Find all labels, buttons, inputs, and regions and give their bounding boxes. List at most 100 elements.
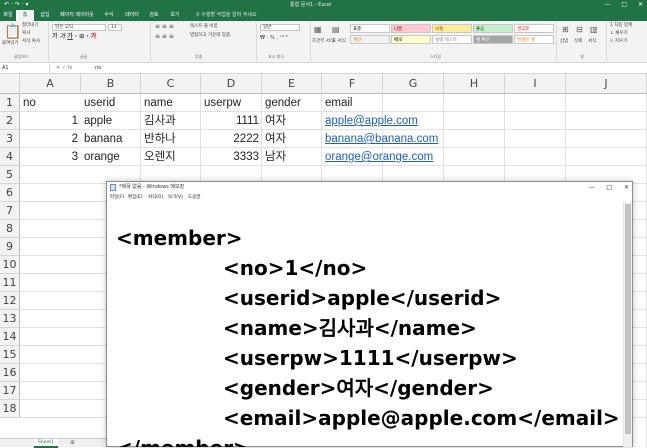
row-header[interactable]: 15 (0, 346, 20, 364)
row-header[interactable]: 8 (0, 220, 20, 238)
table-format-icon[interactable]: ▤ (332, 25, 340, 34)
notepad-title-bar[interactable]: *제목 없음 - Windows 메모장 — □ ✕ (107, 182, 632, 193)
header-cell[interactable]: no (23, 94, 36, 112)
column-header[interactable]: C (141, 74, 201, 94)
header-cell[interactable]: name (144, 94, 173, 112)
data-cell[interactable]: 2 (20, 130, 78, 148)
column-header[interactable]: J (566, 74, 647, 94)
email-link-cell[interactable]: banana@banana.com (325, 130, 438, 148)
data-cell[interactable]: 3333 (201, 148, 259, 166)
row-header[interactable]: 11 (0, 274, 20, 292)
cell-style-item[interactable]: 셀 확인 (473, 35, 513, 44)
row-header[interactable]: 14 (0, 328, 20, 346)
menu-edit[interactable]: 편집(E) (128, 193, 143, 202)
cell-style-item[interactable]: 나쁨 (391, 24, 431, 33)
format-painter-button[interactable]: 서식 복사 (22, 39, 40, 45)
data-cell[interactable]: 1 (20, 112, 78, 130)
quick-access-toolbar[interactable]: ↶ · ↷ · ▾ (4, 0, 29, 10)
cell-style-item[interactable]: 계산 (350, 35, 390, 44)
column-header[interactable]: H (444, 74, 505, 94)
formula-buttons[interactable]: ✕ ✓ fx (56, 63, 72, 74)
cell-style-item[interactable]: 설명 텍스트 (432, 35, 472, 44)
number-format-icons[interactable]: ₩ - % , ⁺⁰ ⁰ (260, 35, 288, 41)
row-header[interactable]: 13 (0, 310, 20, 328)
fill-button[interactable]: ↓ 채우기 (610, 31, 628, 37)
email-link-cell[interactable]: orange@orange.com (325, 148, 433, 166)
menu-view[interactable]: 보기(V) (168, 193, 183, 202)
data-cell[interactable]: banana (84, 130, 122, 148)
data-cell[interactable]: 3 (20, 148, 78, 166)
tab-insert[interactable]: 삽입 (36, 10, 54, 21)
notepad-close-button[interactable]: ✕ (624, 184, 629, 191)
row-header[interactable]: 7 (0, 202, 20, 220)
data-cell[interactable]: 1111 (201, 112, 259, 130)
clear-button[interactable]: ◇ 지우기 (610, 39, 627, 45)
tab-home[interactable]: 홈 (16, 10, 34, 21)
data-cell[interactable]: 2222 (201, 130, 259, 148)
data-cell[interactable]: 김사과 (144, 112, 176, 130)
paste-icon[interactable]: 📋 (4, 25, 21, 39)
font-size-combo[interactable]: 11 (108, 24, 122, 31)
column-header[interactable]: A (20, 74, 81, 94)
font-name-combo[interactable]: 맑은 고딕 (52, 24, 106, 31)
tab-data[interactable]: 데이터 (120, 10, 144, 21)
minimize-button[interactable]: — (604, 1, 610, 8)
delete-cells-button[interactable]: 삭제 (574, 39, 582, 45)
cell-style-item[interactable]: 연결된 셀 (514, 35, 554, 44)
tab-review[interactable]: 검토 (145, 10, 163, 21)
email-link-cell[interactable]: apple@apple.com (325, 112, 418, 130)
notepad-text-area[interactable]: <member> <no>1</no> <userid>apple</useri… (107, 202, 622, 447)
autosum-button[interactable]: Σ 자동 합계 (610, 23, 632, 29)
notepad-window[interactable]: *제목 없음 - Windows 메모장 — □ ✕ 파일(F) 편집(E) 서… (106, 181, 633, 447)
cell-style-item[interactable]: 메모 (391, 35, 431, 44)
menu-help[interactable]: 도움말 (188, 193, 200, 202)
data-cell[interactable]: 여자 (265, 130, 286, 148)
format-cells-icon[interactable]: ▥ (590, 25, 598, 34)
menu-file[interactable]: 파일(F) (110, 193, 124, 202)
header-cell[interactable]: email (325, 94, 352, 112)
tab-file[interactable]: 파일 (0, 10, 16, 21)
notepad-maximize-button[interactable]: □ (606, 184, 612, 191)
header-cell[interactable]: userid (84, 94, 115, 112)
formula-input[interactable]: no (95, 63, 101, 74)
menu-format[interactable]: 서식(O) (148, 193, 163, 202)
data-cell[interactable]: apple (84, 112, 112, 130)
maximize-button[interactable]: □ (621, 1, 627, 8)
row-header[interactable]: 2 (0, 112, 20, 130)
row-header[interactable]: 6 (0, 184, 20, 202)
select-all-corner[interactable] (0, 74, 20, 94)
header-cell[interactable]: gender (265, 94, 301, 112)
data-cell[interactable]: orange (84, 148, 120, 166)
tab-page-layout[interactable]: 페이지 레이아웃 (56, 10, 98, 21)
column-header[interactable]: G (383, 74, 444, 94)
data-cell[interactable]: 반하나 (144, 130, 176, 148)
row-header[interactable]: 4 (0, 148, 20, 166)
paste-button[interactable]: 붙여넣기 (2, 41, 19, 47)
bold-icon[interactable]: 가 가 가 · ⊞ · 가 (52, 34, 96, 40)
cell-style-item[interactable]: 좋음 (473, 24, 513, 33)
data-cell[interactable]: 남자 (265, 148, 286, 166)
format-cells-button[interactable]: 서식 (588, 39, 596, 45)
wrap-text-button[interactable]: 텍스트 줄 바꿈 (190, 24, 218, 30)
cell-style-item[interactable]: 경고문 (514, 24, 554, 33)
row-header[interactable]: 1 (0, 94, 20, 112)
cell-style-item[interactable]: 표준 (350, 24, 390, 33)
data-cell[interactable]: 여자 (265, 112, 286, 130)
tell-me-search[interactable]: ♀ 수행할 작업을 알려 주세요 (196, 10, 257, 21)
number-format-combo[interactable]: 일반 (260, 24, 300, 31)
merge-center-button[interactable]: 병합하고 가운데 맞춤 (190, 33, 230, 39)
row-header[interactable]: 9 (0, 238, 20, 256)
close-button[interactable]: ✕ (638, 1, 643, 8)
header-cell[interactable]: userpw (204, 94, 241, 112)
add-sheet-icon[interactable]: ⊕ (70, 439, 75, 447)
notepad-scrollbar[interactable] (623, 202, 632, 447)
row-header[interactable]: 3 (0, 130, 20, 148)
row-header[interactable]: 18 (0, 400, 20, 418)
align-icons[interactable]: ≡ ≡ ≡ (155, 24, 174, 30)
row-header[interactable]: 10 (0, 256, 20, 274)
row-header[interactable]: 16 (0, 364, 20, 382)
delete-cells-icon[interactable]: ⊟ (576, 25, 583, 34)
scrollbar-thumb[interactable] (625, 204, 631, 434)
insert-cells-button[interactable]: 삽입 (560, 39, 568, 45)
conditional-format-icon[interactable]: ▦ (314, 25, 322, 34)
